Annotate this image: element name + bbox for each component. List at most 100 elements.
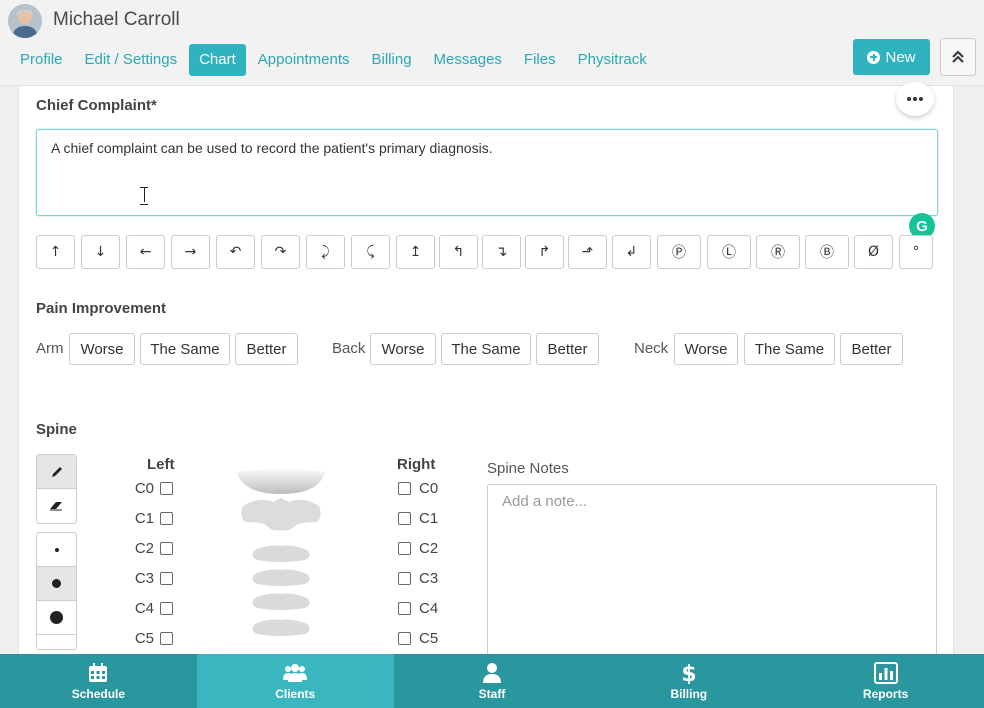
right-column-label: Right bbox=[397, 456, 436, 473]
right-vertebra-c5: C5 bbox=[398, 628, 438, 648]
tab-messages[interactable]: Messages bbox=[424, 44, 512, 76]
symbol-button[interactable]: ↴ bbox=[482, 235, 521, 269]
spine-notes-input[interactable] bbox=[502, 493, 922, 510]
chief-complaint-textarea[interactable]: A chief complaint can be used to record … bbox=[36, 129, 938, 239]
cervical-spine-illustration[interactable] bbox=[229, 466, 333, 654]
symbol-button[interactable]: Ⓑ bbox=[805, 235, 849, 269]
vertebra-label: C1 bbox=[134, 509, 154, 527]
collapse-header-button[interactable] bbox=[940, 38, 976, 76]
left-c3-checkbox[interactable] bbox=[160, 571, 173, 585]
left-c1-checkbox[interactable] bbox=[160, 511, 173, 525]
symbol-button[interactable]: ⤸ bbox=[306, 235, 345, 269]
left-column-label: Left bbox=[147, 456, 175, 473]
spine-notes-box[interactable] bbox=[487, 484, 937, 664]
eraser-tool[interactable] bbox=[37, 489, 76, 523]
left-vertebra-c3: C3 bbox=[132, 568, 173, 588]
pain-improvement-label: Pain Improvement bbox=[36, 300, 167, 317]
arm-same-button[interactable]: The Same bbox=[140, 333, 230, 365]
patient-header: Michael Carroll Profile Edit / Settings … bbox=[0, 0, 984, 86]
symbol-button[interactable]: ° bbox=[899, 235, 933, 269]
symbol-button[interactable]: ↓ bbox=[81, 235, 120, 269]
right-c1-checkbox[interactable] bbox=[398, 511, 411, 525]
new-button[interactable]: New bbox=[853, 39, 930, 75]
more-options-button[interactable] bbox=[896, 82, 934, 116]
new-button-label: New bbox=[885, 48, 916, 66]
right-c5-checkbox[interactable] bbox=[398, 631, 411, 645]
atlas-vertebra bbox=[241, 498, 321, 531]
more-dot-icon bbox=[913, 97, 917, 101]
symbol-button[interactable]: ↶ bbox=[216, 235, 255, 269]
brush-medium[interactable] bbox=[37, 567, 76, 601]
symbol-button[interactable]: ↱ bbox=[525, 235, 564, 269]
nav-reports[interactable]: Reports bbox=[787, 654, 984, 708]
nav-staff[interactable]: Staff bbox=[394, 654, 591, 708]
occiput-shape bbox=[237, 469, 325, 494]
left-c4-checkbox[interactable] bbox=[160, 601, 173, 615]
back-better-button[interactable]: Better bbox=[536, 333, 599, 365]
nav-schedule[interactable]: Schedule bbox=[0, 654, 197, 708]
brush-extra[interactable] bbox=[37, 635, 76, 649]
arm-better-button[interactable]: Better bbox=[235, 333, 298, 365]
nav-clients[interactable]: Clients bbox=[196, 654, 394, 708]
left-vertebra-c0: C0 bbox=[132, 478, 173, 498]
vertebra-c5 bbox=[252, 619, 310, 636]
left-c5-checkbox[interactable] bbox=[160, 631, 173, 645]
symbol-toolbar: ↑ ↓ ← → ↶ ↷ ⤸ ⤹ ↥ ↰ ↴ ↱ ⬏ ↲ Ⓟ Ⓛ Ⓡ Ⓑ Ø ° bbox=[36, 235, 936, 269]
more-dot-icon bbox=[919, 97, 923, 101]
symbol-button[interactable]: ← bbox=[126, 235, 165, 269]
back-worse-button[interactable]: Worse bbox=[370, 333, 436, 365]
nav-billing[interactable]: $ Billing bbox=[590, 654, 787, 708]
symbol-button[interactable]: → bbox=[171, 235, 210, 269]
pencil-tool[interactable] bbox=[37, 455, 76, 489]
tab-profile[interactable]: Profile bbox=[10, 44, 73, 76]
right-c0-checkbox[interactable] bbox=[398, 481, 411, 495]
symbol-button[interactable]: ↰ bbox=[439, 235, 478, 269]
symbol-button[interactable]: ↲ bbox=[612, 235, 651, 269]
symbol-button[interactable]: ↥ bbox=[396, 235, 435, 269]
brush-large[interactable] bbox=[37, 601, 76, 635]
large-dot-icon bbox=[50, 611, 63, 624]
tab-physitrack[interactable]: Physitrack bbox=[568, 44, 657, 76]
symbol-button[interactable]: Ⓟ bbox=[657, 235, 701, 269]
neck-worse-button[interactable]: Worse bbox=[674, 333, 738, 365]
right-c4-checkbox[interactable] bbox=[398, 601, 411, 615]
vertebra-c2 bbox=[252, 545, 310, 562]
text-cursor-icon bbox=[140, 187, 148, 205]
symbol-button[interactable]: Ø bbox=[854, 235, 893, 269]
tab-billing[interactable]: Billing bbox=[362, 44, 422, 76]
avatar-image bbox=[8, 4, 42, 38]
user-icon bbox=[482, 662, 501, 683]
symbol-button[interactable]: ⬏ bbox=[568, 235, 607, 269]
brush-small[interactable] bbox=[37, 533, 76, 567]
chart-nav-tabs: Profile Edit / Settings Chart Appointmen… bbox=[10, 44, 659, 76]
neck-better-button[interactable]: Better bbox=[840, 333, 903, 365]
symbol-button[interactable]: ↷ bbox=[261, 235, 300, 269]
pain-group-neck: Neck Worse The Same Better bbox=[634, 333, 924, 365]
arm-worse-button[interactable]: Worse bbox=[69, 333, 135, 365]
vertebra-label: C3 bbox=[419, 569, 439, 587]
more-dot-icon bbox=[907, 97, 911, 101]
symbol-button[interactable]: ⤹ bbox=[351, 235, 390, 269]
neck-same-button[interactable]: The Same bbox=[744, 333, 835, 365]
left-c0-checkbox[interactable] bbox=[160, 481, 173, 495]
symbol-button[interactable]: Ⓡ bbox=[756, 235, 800, 269]
right-c3-checkbox[interactable] bbox=[398, 571, 411, 585]
tab-files[interactable]: Files bbox=[514, 44, 566, 76]
bottom-navigation: Schedule Clients Staff $ Billing Reports bbox=[0, 654, 984, 708]
drawing-tools bbox=[36, 454, 77, 524]
left-vertebra-c4: C4 bbox=[132, 598, 173, 618]
tab-chart[interactable]: Chart bbox=[189, 44, 246, 76]
back-same-button[interactable]: The Same bbox=[441, 333, 531, 365]
left-c2-checkbox[interactable] bbox=[160, 541, 173, 555]
symbol-button[interactable]: Ⓛ bbox=[707, 235, 751, 269]
vertebra-label: C4 bbox=[134, 599, 154, 617]
tab-appointments[interactable]: Appointments bbox=[248, 44, 360, 76]
medium-dot-icon bbox=[52, 579, 61, 588]
right-c2-checkbox[interactable] bbox=[398, 541, 411, 555]
tab-edit-settings[interactable]: Edit / Settings bbox=[75, 44, 188, 76]
right-vertebra-c4: C4 bbox=[398, 598, 438, 618]
symbol-button[interactable]: ↑ bbox=[36, 235, 75, 269]
bar-chart-icon bbox=[873, 661, 898, 684]
avatar[interactable] bbox=[8, 4, 42, 38]
patient-name: Michael Carroll bbox=[53, 9, 180, 30]
